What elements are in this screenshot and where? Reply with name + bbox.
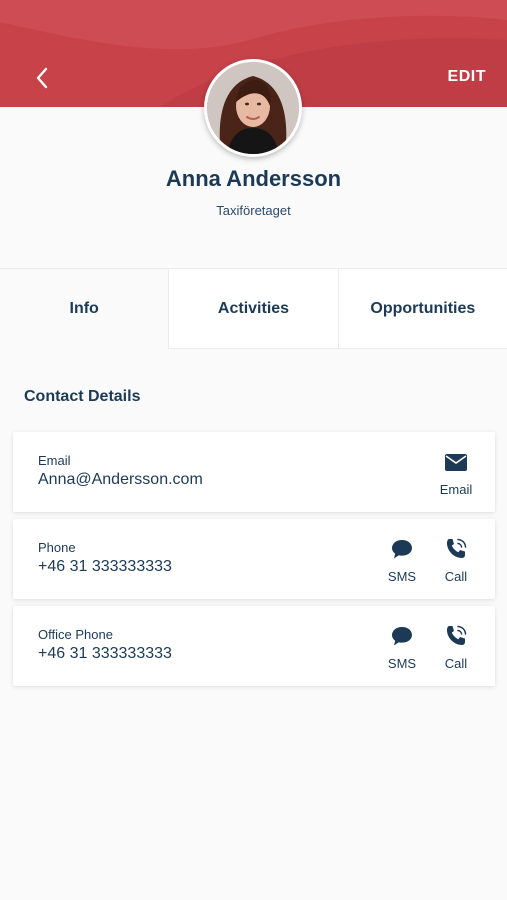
- section-title: Contact Details: [24, 388, 141, 405]
- tab-bar: Info Activities Opportunities: [0, 268, 507, 349]
- phone-sms-button[interactable]: SMS: [382, 537, 422, 585]
- call-label: Call: [444, 656, 468, 671]
- edit-button[interactable]: EDIT: [448, 68, 486, 86]
- tab-activities[interactable]: Activities: [168, 269, 338, 349]
- profile-photo: [207, 62, 299, 154]
- phone-label: Phone: [38, 540, 76, 555]
- phone-icon: [443, 624, 469, 648]
- phone-card: Phone +46 31 333333333 SMS Call: [13, 519, 495, 599]
- chevron-left-icon: [36, 67, 48, 89]
- tab-info[interactable]: Info: [0, 269, 169, 349]
- email-action-button[interactable]: Email: [436, 450, 476, 498]
- office-phone-label: Office Phone: [38, 627, 113, 642]
- email-card: Email Anna@Andersson.com Email: [13, 432, 495, 512]
- chat-bubble-icon: [389, 624, 415, 648]
- email-label: Email: [38, 453, 71, 468]
- phone-icon: [443, 537, 469, 561]
- chat-bubble-icon: [389, 537, 415, 561]
- office-phone-sms-button[interactable]: SMS: [382, 624, 422, 672]
- tab-opportunities[interactable]: Opportunities: [337, 269, 507, 349]
- envelope-icon: [443, 450, 469, 474]
- avatar: [204, 59, 302, 157]
- office-phone-card: Office Phone +46 31 333333333 SMS Call: [13, 606, 495, 686]
- sms-label: SMS: [387, 656, 417, 671]
- office-phone-call-button[interactable]: Call: [436, 624, 476, 672]
- email-value[interactable]: Anna@Andersson.com: [38, 471, 203, 489]
- office-phone-value[interactable]: +46 31 333333333: [38, 645, 172, 663]
- company-name: Taxiföretaget: [216, 203, 291, 218]
- phone-value[interactable]: +46 31 333333333: [38, 558, 172, 576]
- email-action-label: Email: [439, 482, 473, 497]
- call-label: Call: [444, 569, 468, 584]
- contact-name: Anna Andersson: [165, 166, 342, 191]
- back-button[interactable]: [28, 62, 56, 94]
- phone-call-button[interactable]: Call: [436, 537, 476, 585]
- sms-label: SMS: [387, 569, 417, 584]
